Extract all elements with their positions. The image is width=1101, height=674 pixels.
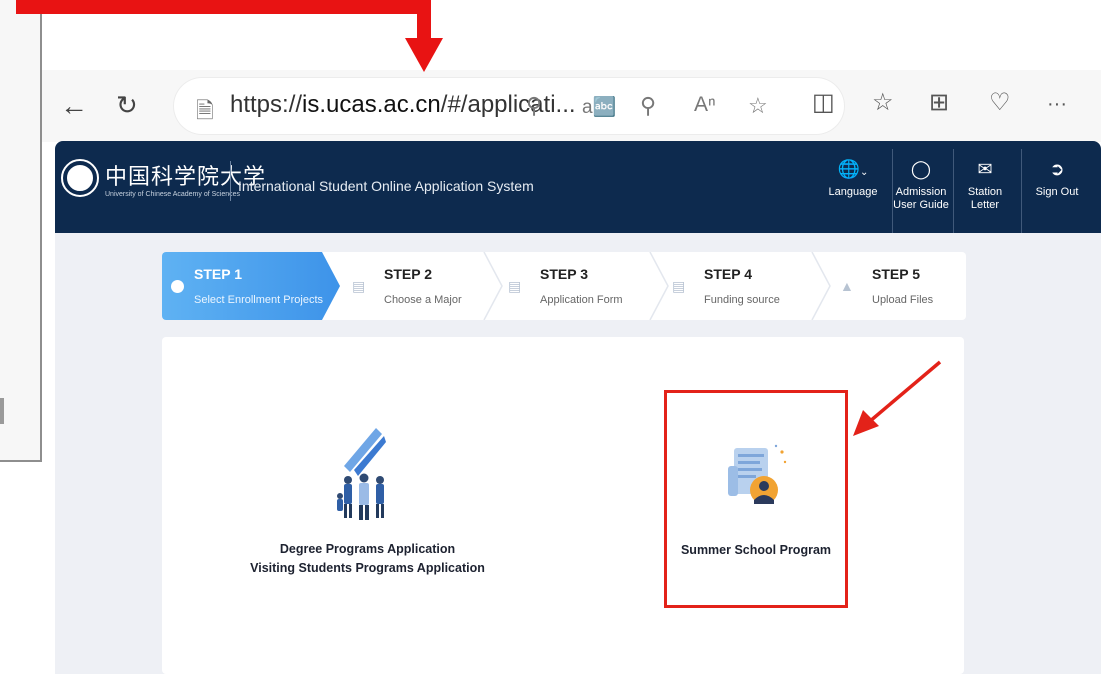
visiting-students-line: Visiting Students Programs Application [250, 561, 485, 575]
admission-user-guide[interactable]: ◯ Admission User Guide [892, 149, 949, 233]
step-2-title: STEP 2 [384, 266, 432, 282]
step-3[interactable]: ▤ STEP 3 Application Form [508, 252, 648, 320]
step-5-subtitle: Upload Files [872, 294, 934, 306]
url-text[interactable]: https://is.ucas.ac.cn/#/applicati... [230, 91, 576, 119]
people-chart-icon [337, 428, 386, 520]
read-aloud-icon[interactable]: Aⁿ [694, 93, 716, 117]
form-icon: ▤ [508, 278, 522, 294]
upload-icon: ▲ [840, 278, 854, 294]
step-separator [649, 252, 669, 320]
highlight-box [664, 390, 848, 608]
back-arrow-icon[interactable]: ← [60, 92, 88, 120]
university-logo-subtitle: University of Chinese Academy of Science… [105, 191, 241, 198]
step-5-title: STEP 5 [872, 266, 920, 282]
language-menu[interactable]: 🌐⌄ Language [825, 149, 881, 233]
collections-icon[interactable]: ⊞ [929, 91, 949, 115]
active-step-icon [171, 280, 184, 293]
page-info-icon[interactable]: 🗎 [196, 94, 214, 132]
language-label: Language [828, 186, 878, 198]
url-domain: is.ucas.ac.cn [302, 91, 441, 118]
step-2-subtitle: Choose a Major [384, 294, 462, 306]
red-guide-stem [417, 0, 431, 42]
list-icon: ▤ [352, 278, 366, 294]
more-menu-icon[interactable]: ··· [1047, 94, 1067, 114]
red-guide-line [16, 0, 431, 14]
browser-toolbar: ← ↻ 🗎 https://is.ucas.ac.cn/#/applicati.… [42, 70, 1101, 142]
step-4[interactable]: ▤ STEP 4 Funding source [672, 252, 812, 320]
step-separator [483, 252, 503, 320]
station-letter-label: Station Letter [967, 186, 1003, 211]
step-4-title: STEP 4 [704, 266, 752, 282]
degree-programs-label: Degree Programs Application Visiting Stu… [240, 540, 495, 578]
step-3-subtitle: Application Form [540, 294, 623, 306]
red-pointer-arrow [853, 360, 942, 436]
annotation-mark [0, 398, 4, 424]
step-3-title: STEP 3 [540, 266, 588, 282]
step-1-title: STEP 1 [194, 266, 242, 282]
url-prefix: https:// [230, 91, 303, 118]
translate-icon[interactable]: a🔤 [582, 95, 616, 119]
step-5[interactable]: ▲ STEP 5 Upload Files [838, 252, 966, 320]
mail-icon: ✉ [977, 159, 993, 179]
compass-icon: ◯ [910, 159, 932, 179]
sign-out-label: Sign Out [1035, 186, 1079, 198]
sign-out-button[interactable]: ➲ Sign Out [1021, 149, 1092, 233]
favorite-star-icon[interactable]: ☆ [748, 93, 768, 119]
step-1[interactable]: STEP 1 Select Enrollment Projects [162, 252, 340, 320]
step-progress: STEP 1 Select Enrollment Projects ▤ STEP… [162, 252, 966, 320]
globe-icon: 🌐⌄ [837, 159, 869, 179]
red-guide-arrowhead [405, 38, 443, 72]
annotation-frame [0, 0, 42, 462]
sign-out-icon: ➲ [1049, 159, 1065, 179]
funding-icon: ▤ [672, 278, 686, 294]
admission-guide-label: Admission User Guide [893, 186, 949, 211]
address-bar[interactable]: 🗎 https://is.ucas.ac.cn/#/applicati... ⚲… [174, 78, 844, 134]
logo-divider [230, 161, 231, 201]
step-2[interactable]: ▤ STEP 2 Choose a Major [342, 252, 482, 320]
step-4-subtitle: Funding source [704, 294, 780, 306]
key-icon[interactable]: ⚲ [526, 93, 542, 119]
degree-programs-line: Degree Programs Application [279, 542, 456, 556]
url-path: /#/applicati... [440, 91, 576, 118]
app-header: 中国科学院大学 University of Chinese Academy of… [55, 141, 1101, 233]
step-separator [811, 252, 831, 320]
refresh-icon[interactable]: ↻ [116, 92, 138, 118]
university-emblem-icon [61, 159, 99, 197]
step-1-subtitle: Select Enrollment Projects [194, 294, 323, 306]
favorites-icon[interactable]: ☆ [872, 91, 894, 115]
browser-essentials-icon[interactable]: ♡ [989, 91, 1011, 115]
split-screen-icon[interactable]: ◫ [812, 91, 835, 115]
station-letter[interactable]: ✉ Station Letter [953, 149, 1016, 233]
system-title: International Student Online Application… [238, 178, 534, 194]
zoom-icon[interactable]: ⚲ [640, 93, 656, 119]
